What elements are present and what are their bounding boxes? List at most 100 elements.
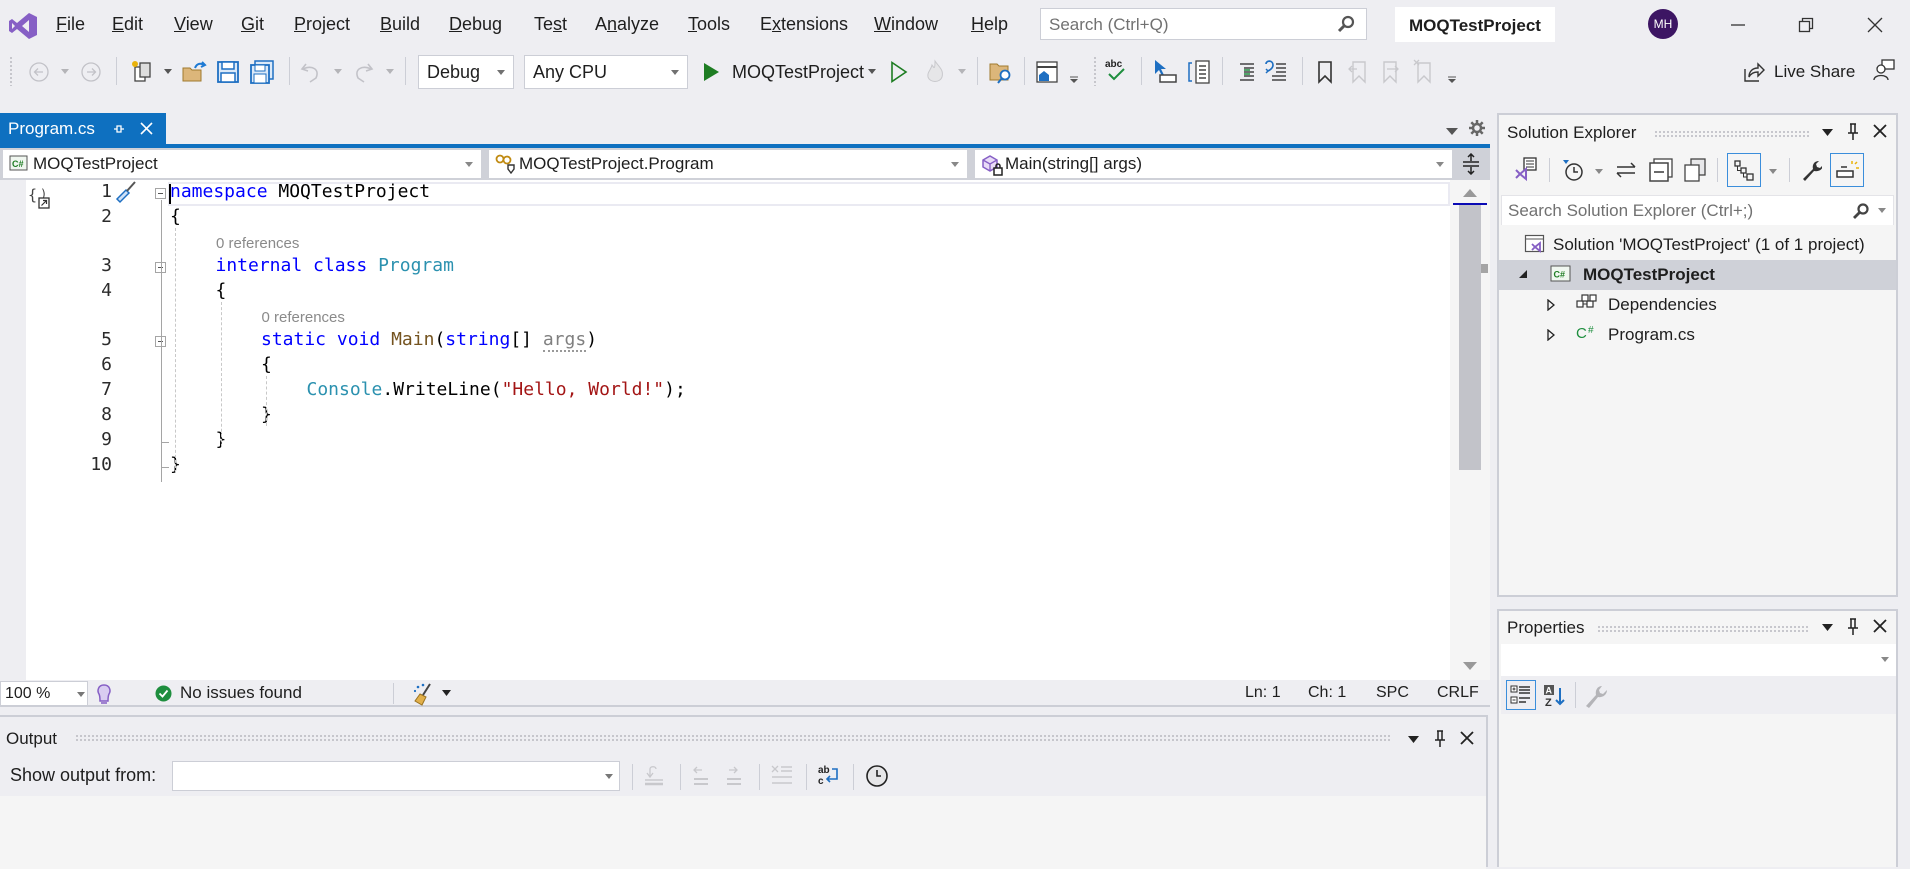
panel-title-grip[interactable] <box>75 734 1390 742</box>
close-window-button[interactable] <box>1855 10 1895 40</box>
editor-vertical-scrollbar[interactable] <box>1450 180 1490 680</box>
code-cleanup-icon[interactable] <box>412 682 434 706</box>
code-line[interactable]: { <box>216 280 227 301</box>
tree-item-project[interactable]: C# MOQTestProject <box>1499 260 1896 290</box>
format-document-icon[interactable] <box>1187 59 1211 85</box>
close-icon[interactable] <box>1460 731 1474 745</box>
panel-title-grip[interactable] <box>1597 625 1809 633</box>
close-icon[interactable] <box>1873 124 1887 138</box>
collapsed-arrow-icon[interactable] <box>1547 299 1555 311</box>
solution-configuration-dropdown[interactable]: Debug <box>418 55 514 89</box>
pin-tab-icon[interactable] <box>113 123 125 135</box>
line-number-status[interactable]: Ln: 1 <box>1245 684 1281 702</box>
zoom-level-dropdown[interactable]: 100 % <box>0 681 88 706</box>
navigate-forward-icon[interactable] <box>80 61 102 83</box>
member-navigation-dropdown[interactable]: Main(string[] args) <box>975 150 1452 178</box>
split-window-icon[interactable] <box>1462 153 1480 175</box>
solution-explorer-home-icon[interactable] <box>1035 59 1061 85</box>
issues-status[interactable]: No issues found <box>180 683 302 703</box>
redo-dropdown-icon[interactable] <box>386 69 394 74</box>
redo-icon[interactable] <box>352 60 374 84</box>
code-line[interactable]: namespace MOQTestProject <box>170 181 430 202</box>
intellicode-icon[interactable] <box>94 683 114 705</box>
expanded-arrow-icon[interactable] <box>1519 270 1528 279</box>
new-project-dropdown-icon[interactable] <box>164 69 172 74</box>
gear-icon[interactable] <box>1468 119 1486 137</box>
show-all-files-icon[interactable] <box>1683 158 1707 182</box>
global-search-input[interactable]: Search (Ctrl+Q) <box>1040 8 1367 40</box>
navigate-back-icon[interactable] <box>28 61 50 83</box>
collapsed-arrow-icon[interactable] <box>1547 329 1555 341</box>
comment-lines-icon[interactable] <box>1234 61 1256 83</box>
toggle-word-wrap-icon[interactable]: abc <box>817 763 841 789</box>
menu-tools[interactable]: Tools <box>688 14 730 35</box>
pin-icon[interactable] <box>1847 123 1859 141</box>
scroll-up-icon[interactable] <box>1463 189 1477 197</box>
menu-project[interactable]: Project <box>294 14 350 35</box>
undo-icon[interactable] <box>300 60 322 84</box>
account-avatar[interactable]: MH <box>1648 9 1678 39</box>
restore-button[interactable] <box>1786 10 1826 40</box>
clear-all-icon[interactable] <box>770 764 794 788</box>
output-source-dropdown[interactable] <box>172 761 620 791</box>
menu-edit[interactable]: Edit <box>112 14 143 35</box>
codelens-references[interactable]: 0 references <box>262 309 345 326</box>
categorized-view-button[interactable] <box>1506 680 1536 710</box>
feedback-icon[interactable] <box>1872 58 1896 82</box>
tree-item-program-cs[interactable]: C # Program.cs <box>1499 320 1896 350</box>
search-options-dropdown-icon[interactable] <box>1878 208 1886 213</box>
timestamp-clock-icon[interactable] <box>865 764 889 788</box>
codelens-references[interactable]: 0 references <box>216 235 299 252</box>
solution-platform-dropdown[interactable]: Any CPU <box>524 55 688 89</box>
minimize-button[interactable] <box>1718 10 1758 40</box>
indicator-margin[interactable] <box>0 180 26 680</box>
solution-explorer-search-input[interactable]: Search Solution Explorer (Ctrl+;) <box>1501 195 1894 226</box>
menu-debug[interactable]: Debug <box>449 14 502 35</box>
alphabetical-sort-icon[interactable]: AZ <box>1543 684 1567 710</box>
uncomment-lines-icon[interactable] <box>1264 59 1288 83</box>
save-all-icon[interactable] <box>249 59 275 85</box>
next-bookmark-icon[interactable] <box>1381 60 1401 84</box>
tree-item-solution[interactable]: Solution 'MOQTestProject' (1 of 1 projec… <box>1499 230 1896 260</box>
undo-dropdown-icon[interactable] <box>334 69 342 74</box>
panel-options-dropdown-icon[interactable] <box>1408 736 1419 743</box>
line-ending-status[interactable]: CRLF <box>1437 684 1479 702</box>
char-number-status[interactable]: Ch: 1 <box>1308 684 1346 702</box>
properties-wrench-icon[interactable] <box>1800 158 1822 182</box>
close-icon[interactable] <box>1873 619 1887 633</box>
pin-icon[interactable] <box>1434 730 1446 748</box>
code-line[interactable]: { <box>261 354 272 375</box>
clear-bookmarks-icon[interactable] <box>1413 59 1433 84</box>
toolbar-overflow-icon[interactable] <box>1070 76 1078 84</box>
preview-document-toggle[interactable] <box>1830 153 1864 187</box>
back-dropdown-icon[interactable] <box>61 69 69 74</box>
whitespace-status[interactable]: SPC <box>1376 684 1409 702</box>
collapse-region-icon[interactable] <box>155 188 166 199</box>
panel-title-grip[interactable] <box>1654 130 1811 138</box>
live-share-button[interactable]: Live Share <box>1743 55 1855 89</box>
menu-git[interactable]: Git <box>241 14 264 35</box>
toggle-bookmark-icon[interactable] <box>1316 60 1334 84</box>
menu-help[interactable]: Help <box>971 14 1008 35</box>
toolbar-overflow-icon[interactable] <box>1448 76 1456 84</box>
menu-extensions[interactable]: Extensions <box>760 14 848 35</box>
code-line[interactable]: Console.WriteLine("Hello, World!"); <box>307 379 686 400</box>
menu-build[interactable]: Build <box>380 14 420 35</box>
start-without-debugging-icon[interactable] <box>890 61 908 83</box>
close-tab-icon[interactable] <box>139 121 154 136</box>
menu-test[interactable]: Test <box>534 14 567 35</box>
previous-message-icon[interactable] <box>690 764 712 788</box>
hot-reload-dropdown-icon[interactable] <box>958 69 966 74</box>
properties-object-dropdown[interactable] <box>1501 644 1896 676</box>
scroll-thumb[interactable] <box>1459 205 1481 470</box>
find-in-files-icon[interactable] <box>988 59 1014 85</box>
menu-window[interactable]: Window <box>874 14 938 35</box>
start-debugging-button[interactable]: MOQTestProject <box>702 55 864 89</box>
collapse-all-icon[interactable] <box>1649 158 1673 182</box>
panel-options-dropdown-icon[interactable] <box>1822 129 1833 136</box>
type-navigation-dropdown[interactable]: MOQTestProject.Program <box>489 150 967 178</box>
pin-icon[interactable] <box>1847 618 1859 636</box>
tab-list-dropdown-icon[interactable] <box>1446 128 1458 136</box>
save-icon[interactable] <box>216 60 240 84</box>
hot-reload-icon[interactable] <box>924 59 946 85</box>
